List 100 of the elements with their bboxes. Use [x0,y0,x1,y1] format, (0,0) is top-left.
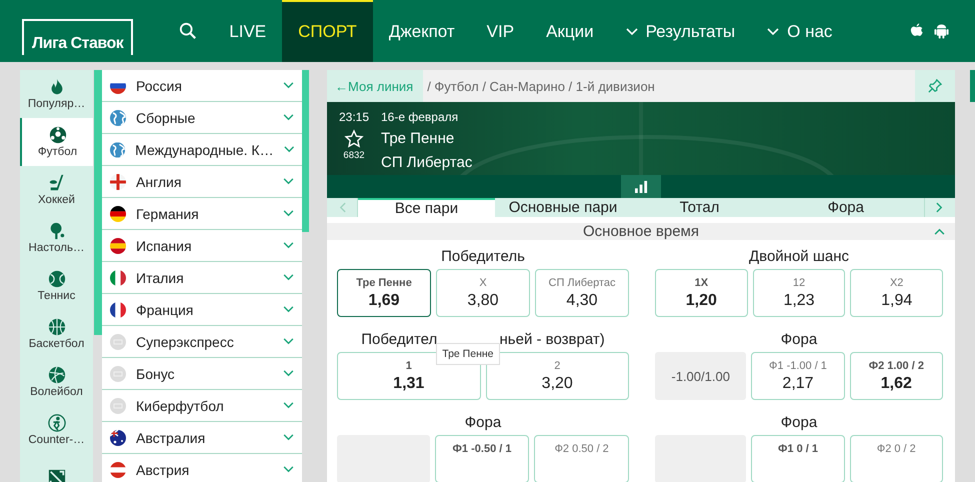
favorites-count: 6832 [343,150,365,161]
nav-link[interactable]: Результаты [610,0,752,62]
android-icon[interactable] [934,22,949,40]
sport-tab[interactable]: Теннис [20,262,93,310]
chevron-down-icon[interactable] [283,338,294,345]
market-title: Фора [780,330,818,348]
country-item[interactable]: Испания [102,230,302,262]
chevron-down-icon[interactable] [283,178,294,185]
sport-tab[interactable]: Counter-… [20,406,93,454]
odds-button[interactable]: Ф1 -0.50 / 1 [434,435,530,482]
logo[interactable]: Лига Ставок [22,19,134,55]
chevron-down-icon[interactable] [283,402,294,409]
odds-button[interactable]: Ф2 0.50 / 2 [534,435,630,482]
sport-tab[interactable]: Хоккей [20,166,93,214]
country-item[interactable]: Франция [102,294,302,326]
odds-button[interactable]: СП Либертас 4,30 [535,269,629,317]
market-title: Победител [361,330,438,348]
country-name: Испания [136,238,193,254]
flag-icon [110,174,126,190]
chevron-left-icon [338,202,346,213]
nav-link[interactable]: LIVE [213,0,282,62]
odds-button[interactable]: 1X 1,20 [655,269,748,317]
chevron-down-icon[interactable] [283,306,294,313]
country-item[interactable]: Бонус [102,358,302,390]
odds-button[interactable]: Ф2 1.00 / 2 1,62 [850,352,943,400]
chevron-down-icon[interactable] [283,466,294,473]
country-item[interactable]: Италия [102,262,302,294]
market-tab[interactable]: Все пари [358,198,495,217]
chevron-down-icon[interactable] [283,434,294,441]
bar-chart-icon [634,180,648,193]
nav-link[interactable]: СПОРТ [282,0,373,62]
chevron-down-icon[interactable] [284,146,294,153]
section-title: Основное время [583,223,699,240]
country-item[interactable]: Германия [102,198,302,230]
market-title: ньей - возврат) [500,330,605,348]
country-name: Сборные [136,110,196,126]
tennis-icon [48,270,66,288]
country-item[interactable]: Сборные [102,102,302,134]
chevron-down-icon[interactable] [283,242,294,249]
odds-button[interactable]: Тре Пенне 1,69 [337,269,431,317]
odds-button[interactable]: Ф1 -1.00 / 1 2,17 [751,352,845,400]
team-name: Тре Пенне [381,129,456,149]
section-header[interactable]: Основное время [327,223,955,240]
chevron-down-icon[interactable] [283,274,294,281]
chevron-down-icon[interactable] [283,82,294,89]
country-name: Австралия [136,430,206,446]
country-name: Франция [136,302,194,318]
sport-tab[interactable]: Баскетбол [20,310,93,358]
ball-icon [48,126,66,144]
basketball-icon [48,318,66,336]
scrollbar[interactable] [94,70,102,335]
sport-tab[interactable]: Волейбол [20,358,93,406]
nav-link[interactable]: Джекпот [372,0,471,62]
scrollbar[interactable] [302,70,309,232]
pingpong-icon [48,222,66,240]
odds-button[interactable]: Ф1 0 / 1 [751,435,845,482]
sport-tab[interactable]: Футбол [20,118,93,166]
odds-button[interactable]: 12 1,23 [752,269,846,317]
odds-button[interactable]: Ф2 0 / 2 [850,435,943,482]
breadcrumb-path: / Футбол / Сан-Марино / 1-й дивизион [427,78,656,94]
nav-link[interactable]: Акции [530,0,610,62]
sport-tab[interactable]: Популяр… [20,70,93,118]
country-name: Германия [136,206,200,222]
country-name: Россия [136,78,183,94]
flag-icon [110,334,126,350]
nav-link[interactable]: О нас [751,0,848,62]
sport-tab[interactable]: Настоль… [20,214,93,262]
stats-button[interactable] [621,175,661,198]
odds-button[interactable]: X2 1,94 [850,269,944,317]
flag-icon [110,206,126,222]
country-item[interactable]: Киберфутбол [102,390,302,422]
country-name: Киберфутбол [136,398,225,414]
country-item[interactable]: Австралия [102,422,302,454]
volleyball-icon [48,366,66,384]
nav-link[interactable]: VIP [470,0,530,62]
chevron-down-icon[interactable] [283,210,294,217]
flag-icon [110,462,126,478]
country-item[interactable]: Австрия [102,454,302,482]
flag-icon [110,398,126,414]
search-icon[interactable] [179,22,198,40]
tooltip: Тре Пенне [436,343,500,365]
flag-icon [110,430,126,446]
country-item[interactable]: Англия [102,166,302,198]
chevron-down-icon[interactable] [283,370,294,377]
country-item[interactable]: Международные. К… [102,134,302,166]
chevron-icon [934,228,945,235]
market-title: Фора [464,414,502,430]
country-item[interactable]: Суперэкспресс [102,326,302,358]
pin-button[interactable] [915,70,955,102]
star-icon[interactable] [344,129,364,149]
flag-icon [110,366,126,382]
chevron-down-icon[interactable] [283,114,294,121]
country-name: Международные. К… [135,142,274,158]
country-item[interactable]: Россия [102,70,302,102]
flag-icon [110,270,126,286]
flag-icon [110,302,126,318]
market-title: Двойной шанс [748,248,849,264]
team-name: СП Либертас [381,153,472,173]
market-title: Победитель [441,248,525,264]
odds-button[interactable]: X 3,80 [436,269,530,317]
